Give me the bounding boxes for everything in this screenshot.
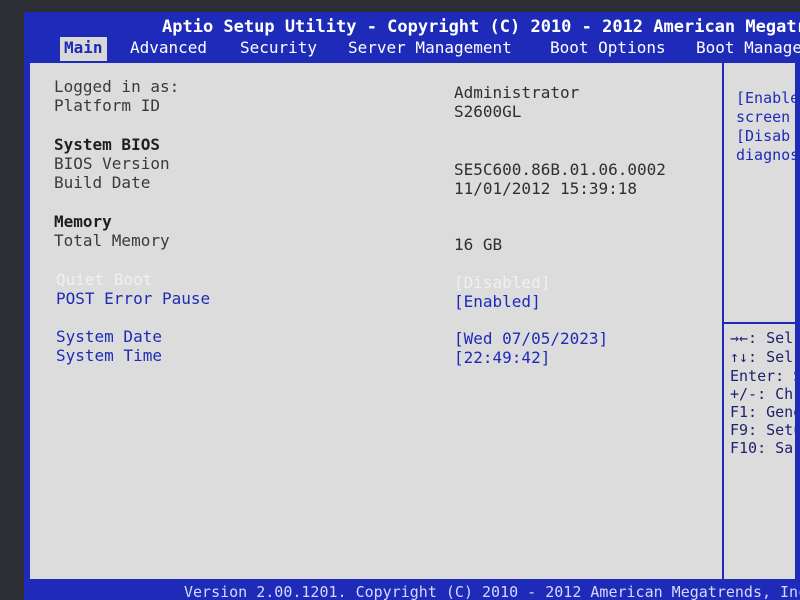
help-divider — [724, 322, 795, 324]
post-error-pause-value[interactable]: [Enabled] — [454, 292, 541, 311]
tab-server-management[interactable]: Server Management — [344, 37, 516, 61]
platform-id-value: S2600GL — [454, 102, 522, 121]
post-error-pause-label[interactable]: POST Error Pause — [56, 289, 210, 308]
system-time-label[interactable]: System Time — [56, 346, 162, 365]
system-bios-header: System BIOS — [54, 135, 160, 154]
tab-boot-options[interactable]: Boot Options — [546, 37, 670, 61]
help-line: [Disab — [736, 127, 791, 145]
build-date-label: Build Date — [54, 173, 151, 192]
help-line: [Enable — [736, 89, 797, 107]
system-date-value[interactable]: [Wed 07/05/2023] — [454, 329, 608, 348]
total-memory-label: Total Memory — [54, 231, 170, 250]
memory-header: Memory — [54, 212, 112, 231]
platform-id-label: Platform ID — [54, 96, 160, 115]
system-time-value[interactable]: [22:49:42] — [454, 348, 550, 367]
total-memory-value: 16 GB — [454, 235, 503, 254]
help-line: diagnos — [736, 146, 797, 164]
quiet-boot-value[interactable]: [Disabled] — [454, 273, 550, 292]
system-date-label[interactable]: System Date — [56, 327, 162, 346]
version-footer: Version 2.00.1201. Copyright (C) 2010 - … — [184, 583, 800, 600]
quiet-boot-label[interactable]: Quiet Boot — [56, 270, 152, 289]
key-help-line: +/-: Ch — [730, 385, 794, 403]
key-help-line: F1: Gene — [730, 403, 797, 421]
tab-advanced[interactable]: Advanced — [126, 37, 211, 61]
key-help-line: ↑↓: Sel — [730, 348, 794, 366]
tab-main[interactable]: Main — [60, 37, 107, 61]
setup-title: Aptio Setup Utility - Copyright (C) 2010… — [162, 17, 800, 37]
key-help-line: F10: Sa — [730, 439, 794, 457]
bios-version-label: BIOS Version — [54, 154, 170, 173]
key-help-line: F9: Setu — [730, 421, 797, 439]
key-help-line: →←: Sel — [730, 329, 794, 347]
menu-tabs: Main Advanced Security Server Management… — [24, 37, 800, 61]
tab-security[interactable]: Security — [236, 37, 321, 61]
logged-in-label: Logged in as: — [54, 77, 180, 96]
help-line: screen — [736, 108, 791, 126]
bios-version-value: SE5C600.86B.01.06.0002 — [454, 160, 666, 179]
tab-boot-manager[interactable]: Boot Manager — [692, 37, 800, 61]
build-date-value: 11/01/2012 15:39:18 — [454, 179, 638, 198]
key-help-line: Enter: S — [730, 367, 797, 385]
bios-screen: Aptio Setup Utility - Copyright (C) 2010… — [24, 12, 800, 600]
logged-in-value: Administrator — [454, 83, 580, 102]
main-panel: Logged in as: Administrator Platform ID … — [28, 61, 797, 581]
